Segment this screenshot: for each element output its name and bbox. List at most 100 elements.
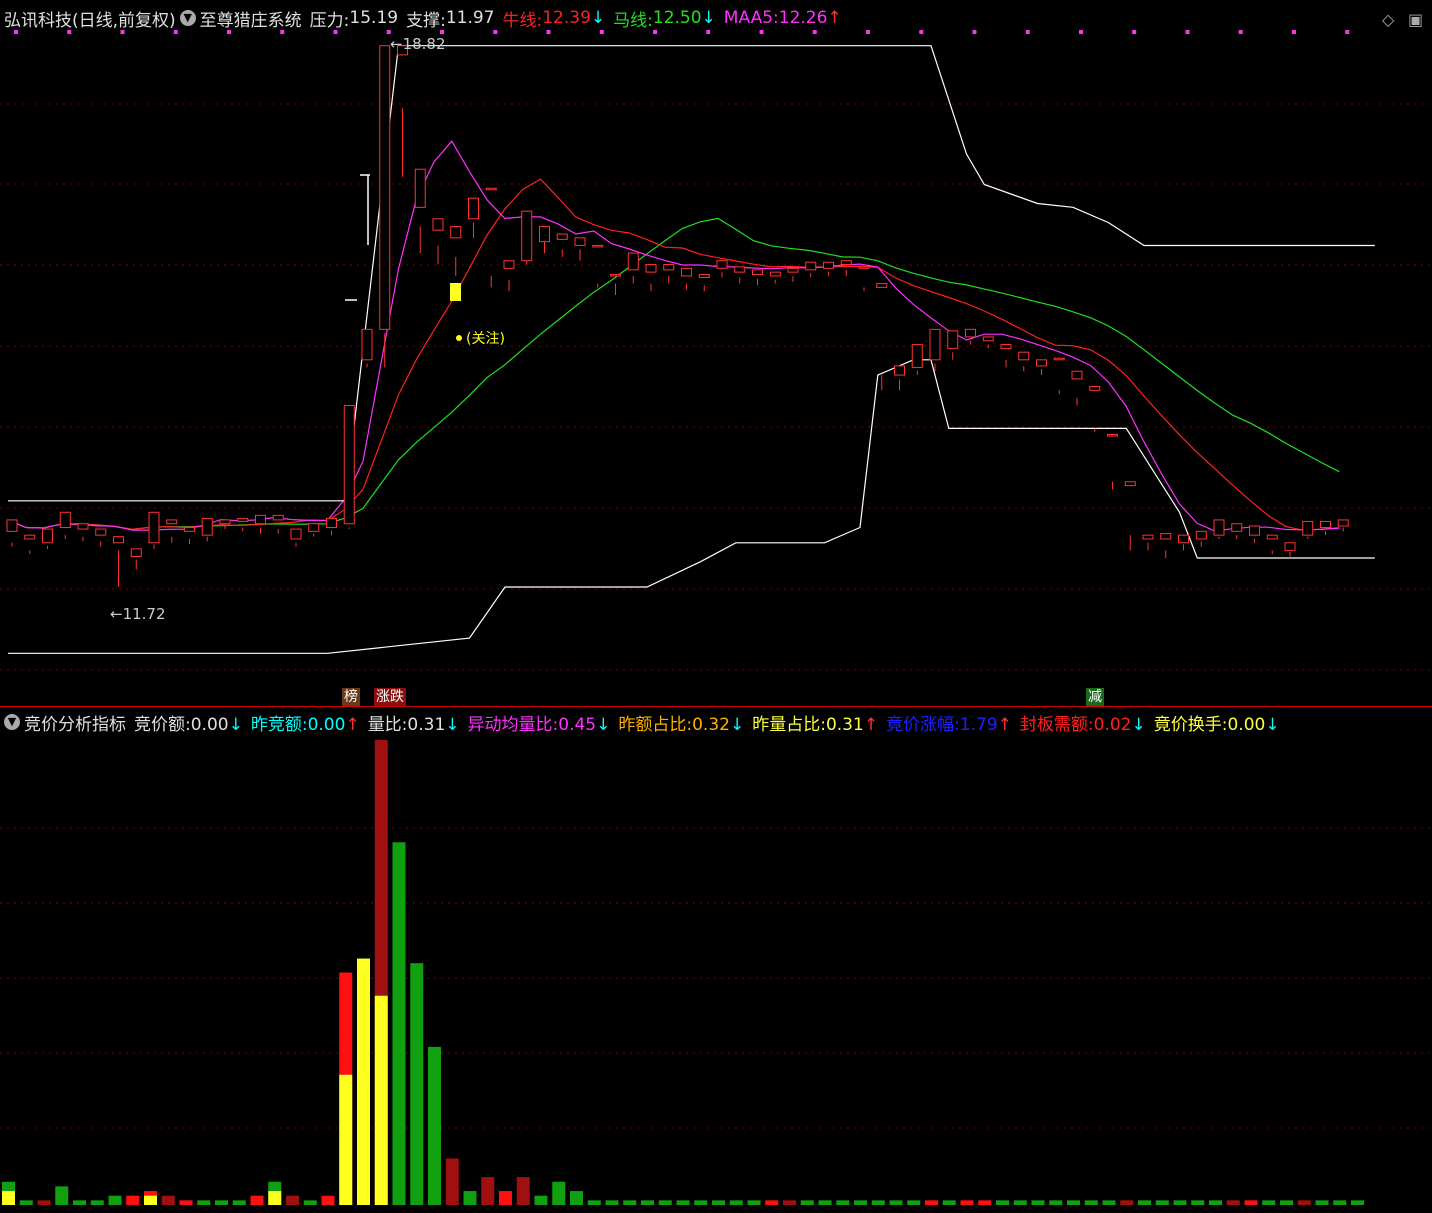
signal-dot (546, 30, 551, 34)
candle-body (290, 528, 302, 540)
arrow-icon: ↓ (1131, 714, 1146, 735)
sub-item-value: 0.00 (1227, 714, 1266, 735)
candle-body (1089, 385, 1101, 391)
sub-indicator-menu-icon[interactable]: ▼ (4, 714, 20, 730)
volume-bar (641, 1200, 654, 1205)
volume-bar (197, 1200, 211, 1205)
signal-dot (1238, 30, 1243, 34)
candle-body (272, 514, 284, 521)
volume-bar (321, 1195, 335, 1205)
candle-body (645, 264, 657, 273)
candle-body (556, 233, 568, 240)
main-chart: ←18.82 ←11.72 (关注) (0, 30, 1432, 671)
candle-body (1053, 357, 1065, 361)
sub-item-6: 竟价涨幅:1.79↑ (886, 715, 1012, 735)
arrow-icon: ↓ (596, 714, 611, 735)
candle-body (698, 273, 710, 278)
volume-bar (836, 1200, 850, 1205)
sub-item-8: 竟价换手:0.00↓ (1154, 715, 1280, 735)
volume-bar (800, 1200, 814, 1205)
tag-zhangdie: 涨跌 (374, 688, 406, 706)
volume-bar (215, 1200, 228, 1205)
signal-dot (333, 30, 338, 34)
bull-line (7, 178, 1340, 532)
candle-body (1018, 351, 1030, 361)
sub-item-2: 量比:0.31↓ (368, 715, 460, 735)
volume-bar (996, 1200, 1009, 1205)
volume-bar (37, 1200, 51, 1205)
candle-body (432, 218, 444, 231)
candle-body (1231, 523, 1243, 532)
candle-body (1036, 359, 1047, 367)
sub-item-0: 竞价额:0.00↓ (134, 715, 243, 735)
candle-body (521, 210, 533, 262)
signal-dot (1185, 30, 1190, 34)
sub-item-label: 封板需额: (1019, 714, 1094, 735)
volume-bar (1333, 1200, 1347, 1205)
arrow-icon: ↓ (729, 714, 745, 735)
candle-body (716, 260, 728, 269)
candle-body (184, 527, 195, 532)
volume-bar (871, 1200, 885, 1205)
volume-bar (1173, 1200, 1187, 1205)
candle-body (130, 548, 142, 557)
volume-bar (339, 972, 353, 1205)
sub-item-label: 昨额占比: (618, 714, 693, 735)
sub-item-7: 封板需额:0.02↓ (1020, 715, 1146, 735)
sub-item-label: 量比: (367, 714, 408, 735)
volume-bar (978, 1200, 992, 1205)
volume-bar (694, 1200, 708, 1205)
volume-bar (392, 842, 406, 1205)
candle-body (1160, 533, 1172, 540)
signal-dot (1079, 30, 1083, 34)
candle-body (929, 328, 941, 361)
volume-bar (783, 1200, 796, 1205)
signal-dot (1345, 30, 1350, 34)
sub-indicator-items: 竞价额:0.00↓ 昨竞额:0.00↑ 量比:0.31↓ 异动均量比:0.45↓ 昨额占… (126, 710, 1280, 735)
volume-bar (907, 1200, 921, 1205)
auction-bar (268, 1191, 282, 1205)
volume-bar (765, 1200, 779, 1205)
candle-body (6, 519, 18, 532)
candle-body (1320, 520, 1331, 529)
candle-body (1213, 519, 1225, 536)
volume-bar (126, 1195, 140, 1205)
candle-body (787, 267, 799, 273)
candle-body (1337, 519, 1349, 527)
volume-bar (552, 1181, 566, 1205)
volume-bar (1209, 1200, 1222, 1205)
volume-bar (1280, 1200, 1293, 1205)
candle-body (255, 514, 266, 525)
candle-body (1195, 530, 1207, 540)
candle-body (503, 260, 515, 269)
candle-body (823, 261, 834, 269)
volume-bar (587, 1200, 601, 1205)
sub-item-value: 0.31 (825, 714, 864, 735)
volume-bar (55, 1186, 69, 1205)
candle-body (485, 187, 497, 191)
candle-body (326, 517, 337, 529)
signal-dot (227, 30, 231, 34)
auction-bar (374, 995, 388, 1205)
signal-dot (67, 30, 72, 34)
signal-dot (812, 30, 817, 34)
sub-indicator-name[interactable]: 竞价分析指标 (24, 710, 126, 735)
candle-body (414, 168, 426, 208)
signal-dot (1292, 30, 1296, 34)
sub-item-label: 昨量占比: (752, 714, 826, 735)
signal-dot (120, 30, 125, 34)
volume-bar (729, 1200, 743, 1205)
signal-dot (173, 30, 178, 34)
candle-body (858, 266, 870, 269)
volume-bar (1102, 1200, 1116, 1205)
sub-item-1: 昨竞额:0.00↑ (251, 715, 360, 735)
candle-body (610, 273, 621, 277)
arrow-icon: ↓ (1265, 714, 1280, 735)
volume-bar (942, 1200, 956, 1205)
candle-body (805, 261, 817, 271)
volume-bar (1351, 1200, 1364, 1205)
sub-indicator-header: ▼ 竞价分析指标 竞价额:0.00↓ 昨竞额:0.00↑ 量比:0.31↓ 异动均量比… (0, 707, 1432, 737)
volume-bar (19, 1200, 33, 1205)
candle-body (1071, 370, 1083, 380)
volume-bar (250, 1195, 264, 1205)
